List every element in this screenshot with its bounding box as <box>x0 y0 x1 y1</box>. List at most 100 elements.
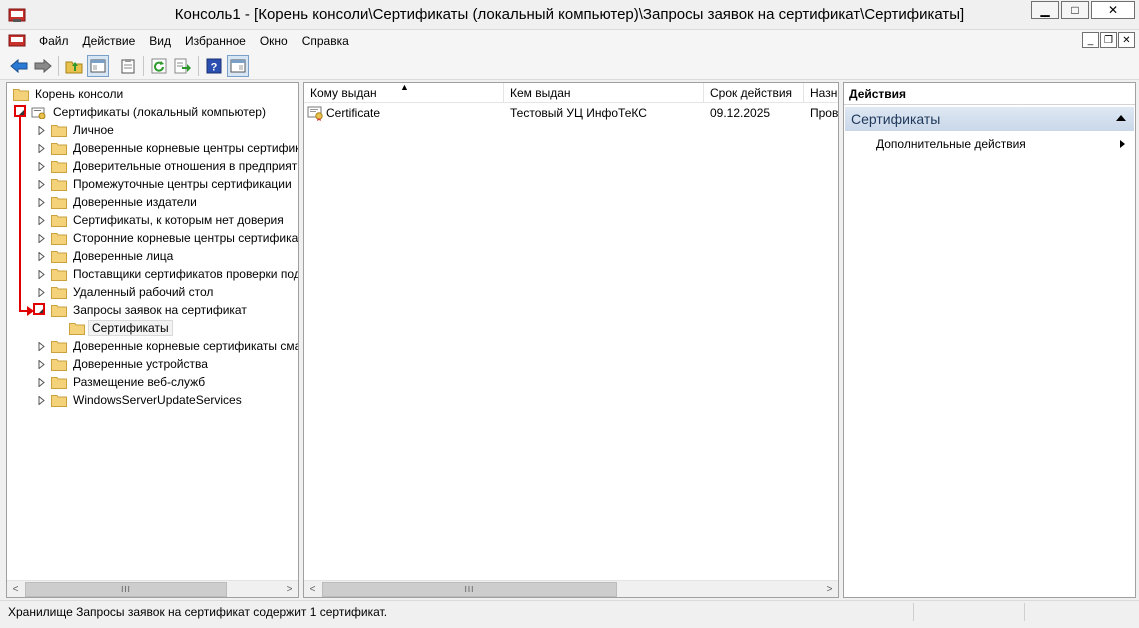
expand-expander-icon[interactable] <box>35 358 47 370</box>
scrollbar-thumb[interactable]: III <box>322 582 617 597</box>
tree-item[interactable]: Личное <box>35 121 117 139</box>
menu-window[interactable]: Окно <box>253 34 295 48</box>
tree-item[interactable]: Поставщики сертификатов проверки под <box>35 265 298 283</box>
tree-item[interactable]: Доверительные отношения в предприяти <box>35 157 298 175</box>
tree-item-label: Сертификаты <box>88 320 173 336</box>
minimize-icon: ▁ <box>1040 3 1050 17</box>
actions-pane: Действия Сертификаты Дополнительные дейс… <box>843 82 1136 598</box>
actions-section-label: Сертификаты <box>851 111 941 127</box>
tree-item[interactable]: Промежуточные центры сертификации <box>35 175 295 193</box>
actions-header: Действия <box>844 83 1135 105</box>
menu-help[interactable]: Справка <box>295 34 356 48</box>
expand-expander-icon[interactable] <box>35 214 47 226</box>
scrollbar-thumb[interactable]: III <box>25 582 227 597</box>
tree-item[interactable]: Удаленный рабочий стол <box>35 283 216 301</box>
expand-expander-icon[interactable] <box>35 340 47 352</box>
tree-item[interactable]: Доверенные корневые сертификаты сма <box>35 337 298 355</box>
refresh-button[interactable] <box>148 55 170 77</box>
close-button[interactable]: ✕ <box>1091 1 1135 19</box>
back-button[interactable] <box>8 55 30 77</box>
column-header-label: Срок действия <box>710 86 793 100</box>
show-hide-tree-button[interactable] <box>87 55 109 77</box>
tree-item-label: Сторонние корневые центры сертифика <box>73 231 298 245</box>
expand-expander-icon[interactable] <box>35 178 47 190</box>
expand-expander-icon[interactable] <box>35 250 47 262</box>
expand-expander-icon[interactable] <box>35 196 47 208</box>
title-bar: Консоль1 - [Корень консоли\Сертификаты (… <box>0 0 1139 30</box>
tree-item[interactable]: Запросы заявок на сертификат <box>35 301 250 319</box>
tree-horizontal-scrollbar[interactable]: < III > <box>7 580 298 597</box>
expand-expander-icon[interactable] <box>35 160 47 172</box>
up-level-button[interactable] <box>63 55 85 77</box>
actions-section-certificates[interactable]: Сертификаты <box>845 107 1134 131</box>
console-tree-pane[interactable]: Корень консоли Сертификаты (локальный ко… <box>6 82 299 598</box>
expand-expander-icon[interactable] <box>35 124 47 136</box>
tree-item[interactable]: WindowsServerUpdateServices <box>35 391 245 409</box>
list-horizontal-scrollbar[interactable]: < III > <box>304 580 838 597</box>
tree-item-label: Запросы заявок на сертификат <box>73 303 247 317</box>
tree-item[interactable]: Доверенные издатели <box>35 193 200 211</box>
maximize-button[interactable]: □ <box>1061 1 1089 19</box>
forward-button[interactable] <box>32 55 54 77</box>
show-hide-action-pane-button[interactable] <box>227 55 249 77</box>
scroll-right-button[interactable]: > <box>821 581 838 598</box>
tree-item-certificates-selected[interactable]: Сертификаты <box>69 319 173 337</box>
expand-expander-icon[interactable] <box>35 286 47 298</box>
menu-view[interactable]: Вид <box>142 34 178 48</box>
column-header-issued-to[interactable]: Кому выдан ▲ <box>304 83 504 103</box>
tree-item[interactable]: Доверенные устройства <box>35 355 211 373</box>
mdi-minimize-button[interactable]: _ <box>1082 32 1099 48</box>
menu-action[interactable]: Действие <box>76 34 143 48</box>
table-row[interactable]: Certificate Тестовый УЦ ИнфоТеКС 09.12.2… <box>304 104 838 122</box>
tree-item-label: Поставщики сертификатов проверки под <box>73 267 298 281</box>
tree-item[interactable]: Доверенные корневые центры сертифик <box>35 139 298 157</box>
expand-expander-icon[interactable] <box>35 232 47 244</box>
scroll-right-button[interactable]: > <box>281 581 298 598</box>
minimize-button[interactable]: ▁ <box>1031 1 1059 19</box>
more-actions-item[interactable]: Дополнительные действия <box>876 135 1125 153</box>
folder-icon <box>51 268 67 281</box>
column-header-issued-by[interactable]: Кем выдан <box>504 83 704 103</box>
expand-expander-icon[interactable] <box>35 376 47 388</box>
expand-expander-icon[interactable] <box>35 268 47 280</box>
collapse-section-icon[interactable] <box>1116 115 1126 121</box>
more-actions-label: Дополнительные действия <box>876 137 1026 151</box>
tree-item[interactable]: Сторонние корневые центры сертифика <box>35 229 298 247</box>
expand-expander-icon[interactable] <box>35 394 47 406</box>
cell-expiration-date: 09.12.2025 <box>710 106 771 120</box>
scroll-left-button[interactable]: < <box>304 581 321 598</box>
tree-item-label: Доверенные устройства <box>73 357 208 371</box>
cell-issued-to: Certificate <box>326 106 381 120</box>
expand-expander-icon[interactable] <box>35 142 47 154</box>
folder-icon <box>51 178 67 191</box>
mdi-restore-button[interactable]: ❐ <box>1100 32 1117 48</box>
results-list-pane[interactable]: Кому выдан ▲ Кем выдан Срок действия Наз… <box>303 82 839 598</box>
tree-item-label: Промежуточные центры сертификации <box>73 177 292 191</box>
mdi-close-button[interactable]: ✕ <box>1118 32 1135 48</box>
tree-item[interactable]: Сертификаты, к которым нет доверия <box>35 211 287 229</box>
column-header-label: Кому выдан <box>310 86 377 100</box>
folder-icon <box>51 250 67 263</box>
tree-item-label: Доверенные лица <box>73 249 174 263</box>
help-button[interactable]: ? <box>203 55 225 77</box>
tree-item-local-computer-certificates[interactable]: Сертификаты (локальный компьютер) <box>15 103 269 121</box>
export-list-button[interactable] <box>172 55 194 77</box>
folder-icon <box>51 340 67 353</box>
console-menu-icon[interactable] <box>8 33 26 49</box>
cell-intended-purposes: Пров <box>810 106 838 120</box>
folder-icon <box>51 358 67 371</box>
tree-item-label: Доверительные отношения в предприяти <box>73 159 298 173</box>
column-header-expiration-date[interactable]: Срок действия <box>704 83 804 103</box>
tree-item[interactable]: Доверенные лица <box>35 247 176 265</box>
menu-favorites[interactable]: Избранное <box>178 34 253 48</box>
column-header-intended-purposes[interactable]: Назн <box>804 83 838 103</box>
tree-item-label: Доверенные корневые центры сертифик <box>73 141 298 155</box>
tree-item[interactable]: Размещение веб-служб <box>35 373 208 391</box>
annotation-line <box>19 117 21 311</box>
status-bar: Хранилище Запросы заявок на сертификат с… <box>0 600 1139 622</box>
clipboard-button[interactable] <box>117 55 139 77</box>
menu-file[interactable]: Файл <box>32 34 76 48</box>
scroll-left-button[interactable]: < <box>7 581 24 598</box>
tree-item-console-root[interactable]: Корень консоли <box>13 85 126 103</box>
tree-item-label: Сертификаты, к которым нет доверия <box>73 213 284 227</box>
